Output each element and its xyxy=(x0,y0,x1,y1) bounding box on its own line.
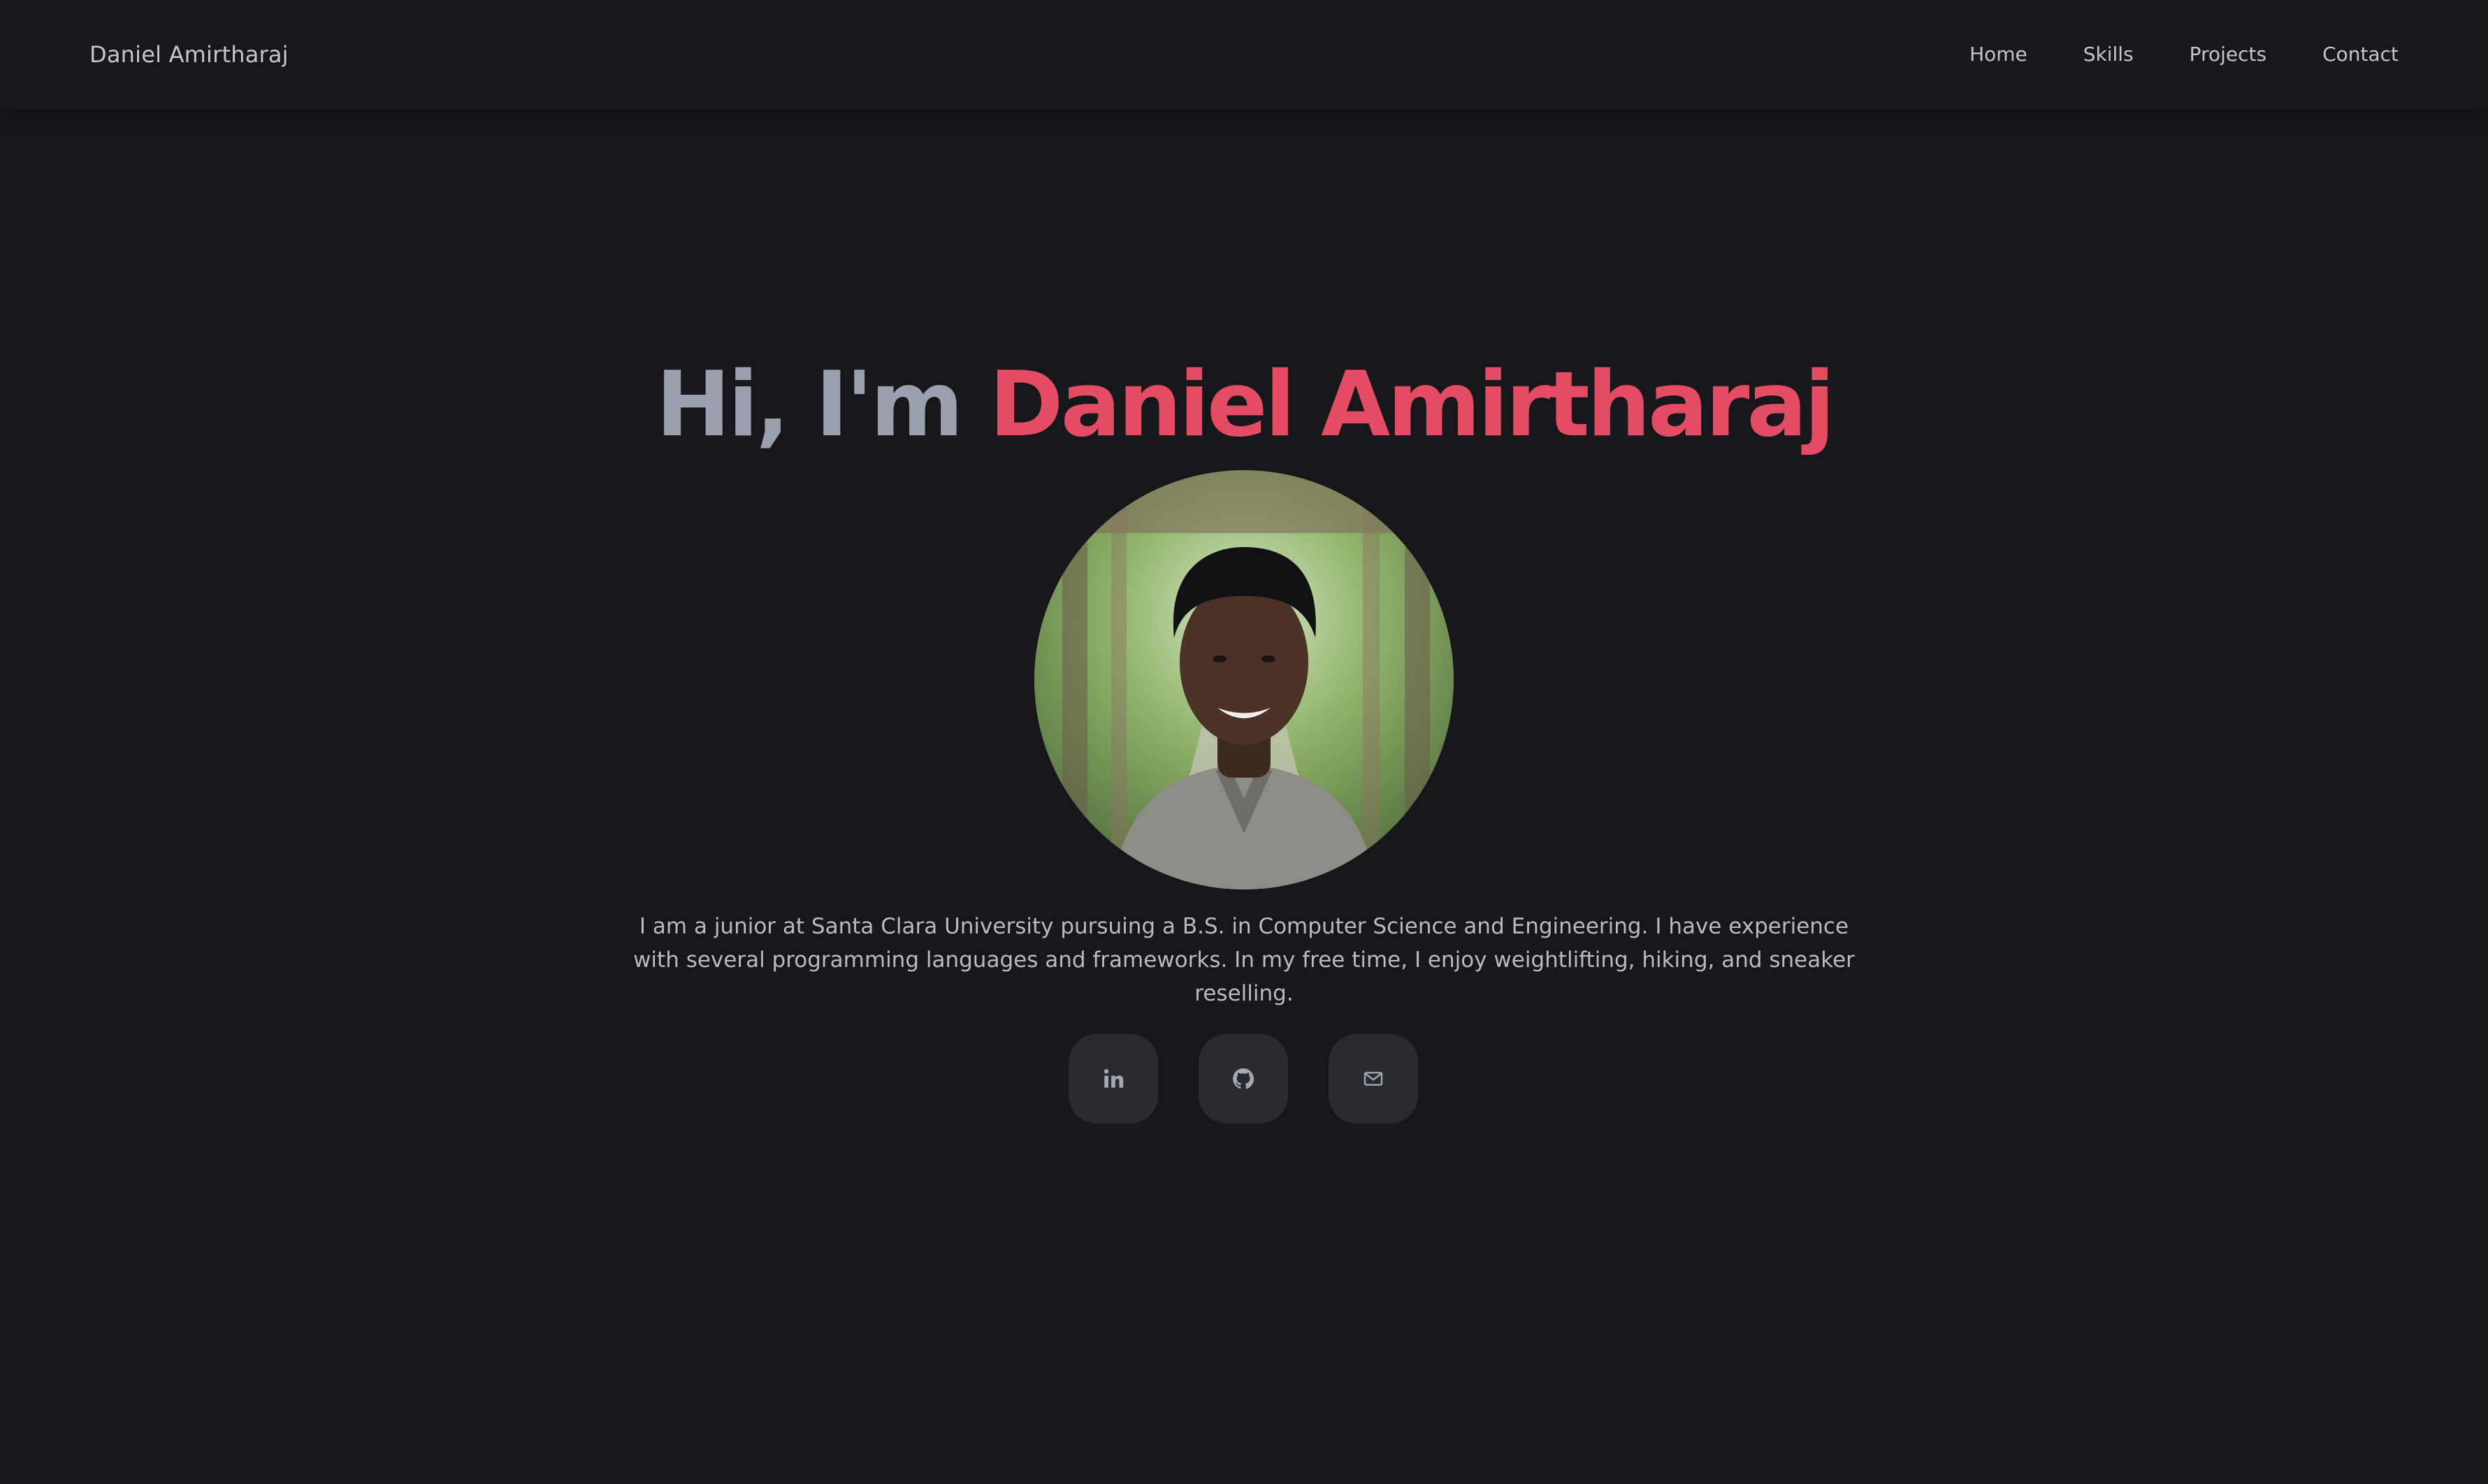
github-button[interactable] xyxy=(1199,1034,1288,1123)
hero-greeting: Hi, I'm xyxy=(656,353,963,457)
github-icon xyxy=(1231,1067,1255,1091)
mail-icon xyxy=(1362,1068,1384,1090)
hero-bio: I am a junior at Santa Clara University … xyxy=(633,914,1855,1006)
email-button[interactable] xyxy=(1329,1034,1418,1123)
profile-photo xyxy=(1034,470,1454,889)
linkedin-button[interactable] xyxy=(1069,1034,1158,1123)
hero-name: Daniel Amirtharaj xyxy=(989,353,1835,457)
linkedin-icon xyxy=(1101,1067,1125,1091)
social-links xyxy=(1069,1034,1418,1123)
hero-headline: Hi, I'm Daniel Amirtharaj xyxy=(0,349,2488,461)
hero-section: Hi, I'm Daniel Amirtharaj I am a junior … xyxy=(0,0,2488,1484)
